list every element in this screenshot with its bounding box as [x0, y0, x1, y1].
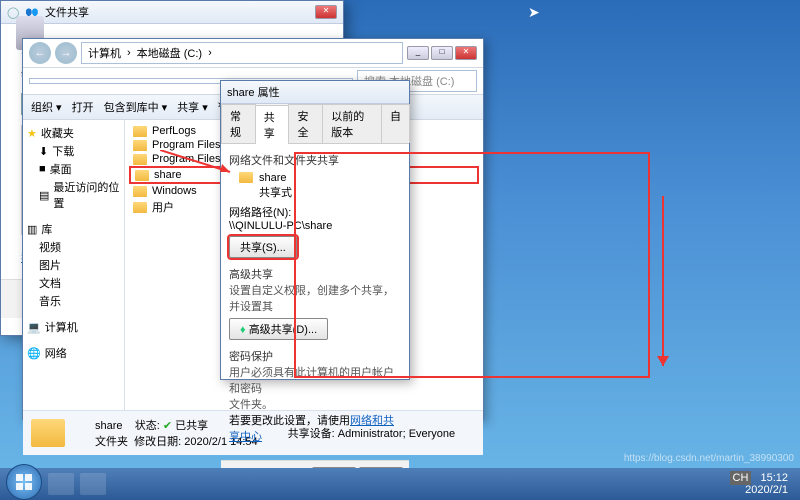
tab-custom[interactable]: 自	[381, 104, 410, 143]
share-menu[interactable]: 共享 ▾	[177, 99, 208, 115]
minimize-button[interactable]: _	[407, 46, 429, 60]
tree-libraries[interactable]: 库	[41, 221, 52, 237]
folder-icon	[133, 154, 147, 165]
folder-icon	[133, 202, 147, 213]
tab-security[interactable]: 安全	[288, 104, 323, 143]
include-menu[interactable]: 包含到库中 ▾	[104, 99, 168, 115]
tab-previous[interactable]: 以前的版本	[322, 104, 382, 143]
tree-documents[interactable]: 文档	[39, 275, 61, 291]
breadcrumb[interactable]: 本地磁盘 (C:)	[137, 45, 202, 61]
properties-dialog: share 属性 常规 共享 安全 以前的版本 自 网络文件和文件夹共享 sha…	[220, 80, 410, 380]
share-name: share	[259, 172, 292, 184]
computer-icon: 💻	[27, 321, 41, 334]
file-name: share	[154, 169, 182, 181]
windows-icon	[14, 472, 34, 492]
tree-video[interactable]: 视频	[39, 239, 61, 255]
pwd-desc: 用户必须具有此计算机的用户帐户和密码	[229, 364, 401, 396]
pwd-label: 密码保护	[229, 348, 401, 364]
tree-favorites[interactable]: 收藏夹	[41, 125, 74, 141]
folder-icon	[133, 186, 147, 197]
file-name: Program Files	[152, 139, 220, 151]
mouse-cursor: ➤	[528, 4, 540, 21]
tree-network[interactable]: 网络	[45, 345, 67, 361]
file-name: 用户	[152, 199, 174, 215]
star-icon: ★	[27, 127, 37, 140]
tab-general[interactable]: 常规	[221, 104, 256, 143]
download-icon: ⬇	[39, 145, 48, 158]
tree-computer[interactable]: 计算机	[45, 319, 78, 335]
check-icon: ✔	[163, 420, 172, 432]
status-state: 已共享	[175, 420, 208, 432]
dialog-title: share 属性	[227, 84, 280, 100]
pwd-desc: 若要更改此设置，请使用	[229, 415, 350, 427]
forward-button[interactable]: →	[55, 42, 77, 64]
recent-icon: ▤	[39, 189, 49, 202]
tree-downloads[interactable]: 下载	[52, 143, 74, 159]
explorer-nav: ← → 计算机› 本地磁盘 (C:)› _ □ ✕	[23, 39, 483, 68]
folder-icon	[135, 170, 149, 181]
net-share-label: 网络文件和文件夹共享	[229, 152, 401, 168]
taskbar-ie-icon[interactable]	[48, 473, 74, 495]
shield-icon: ♦	[240, 324, 246, 336]
folder-icon	[239, 172, 253, 183]
lang-indicator[interactable]: CH	[730, 471, 752, 485]
folder-icon	[133, 140, 147, 151]
network-icon: 🌐	[27, 347, 41, 360]
maximize-button[interactable]: □	[431, 46, 453, 60]
annotation-arrow	[648, 196, 678, 376]
tree-recent[interactable]: 最近访问的位置	[53, 179, 120, 211]
path-label: 网络路径(N):	[229, 204, 401, 220]
tab-bar: 常规 共享 安全 以前的版本 自	[221, 104, 409, 144]
library-icon: ▥	[27, 223, 37, 236]
taskbar: CH 15:122020/2/1	[0, 468, 800, 500]
status-type: 文件夹	[95, 436, 128, 448]
adv-desc: 设置自定义权限，创建多个共享，并设置其	[229, 282, 401, 314]
start-button[interactable]	[6, 464, 42, 500]
open-button[interactable]: 打开	[72, 99, 94, 115]
close-button[interactable]: ✕	[455, 46, 477, 60]
tab-sharing[interactable]: 共享	[255, 105, 290, 144]
share-state: 共享式	[259, 184, 292, 200]
status-state-label: 状态:	[135, 420, 160, 432]
dialog-title: 文件共享	[45, 4, 89, 20]
tree-pictures[interactable]: 图片	[39, 257, 61, 273]
adv-share-button[interactable]: ♦ 高级共享(D)...	[229, 318, 328, 340]
back-button[interactable]: ←	[29, 42, 51, 64]
nav-tree: ★ 收藏夹 ⬇ 下载 ■ 桌面 ▤ 最近访问的位置 ▥ 库 视频 图片 文档 音乐 💻 计算…	[23, 120, 125, 410]
close-button[interactable]: ✕	[315, 5, 337, 19]
taskbar-explorer-icon[interactable]	[80, 473, 106, 495]
file-name: Windows	[152, 185, 197, 197]
organize-menu[interactable]: 组织 ▾	[31, 99, 62, 115]
network-path: \\QINLULU-PC\share	[229, 220, 401, 232]
file-name: PerfLogs	[152, 125, 196, 137]
address-bar[interactable]: 计算机› 本地磁盘 (C:)›	[81, 42, 403, 64]
watermark: https://blog.csdn.net/martin_38990300	[624, 453, 794, 464]
status-name: share	[95, 420, 123, 432]
share-button[interactable]: 共享(S)...	[229, 236, 297, 258]
system-clock[interactable]: CH 15:122020/2/1	[730, 472, 794, 496]
breadcrumb[interactable]: 计算机	[88, 45, 121, 61]
desktop-icon: ■	[39, 163, 46, 175]
tree-music[interactable]: 音乐	[39, 293, 61, 309]
tree-desktop[interactable]: 桌面	[50, 161, 72, 177]
folder-icon	[31, 419, 65, 447]
pwd-desc: 文件夹。	[229, 396, 401, 412]
status-date-label: 修改日期:	[134, 436, 181, 448]
folder-icon	[133, 126, 147, 137]
adv-share-label: 高级共享	[229, 266, 401, 282]
